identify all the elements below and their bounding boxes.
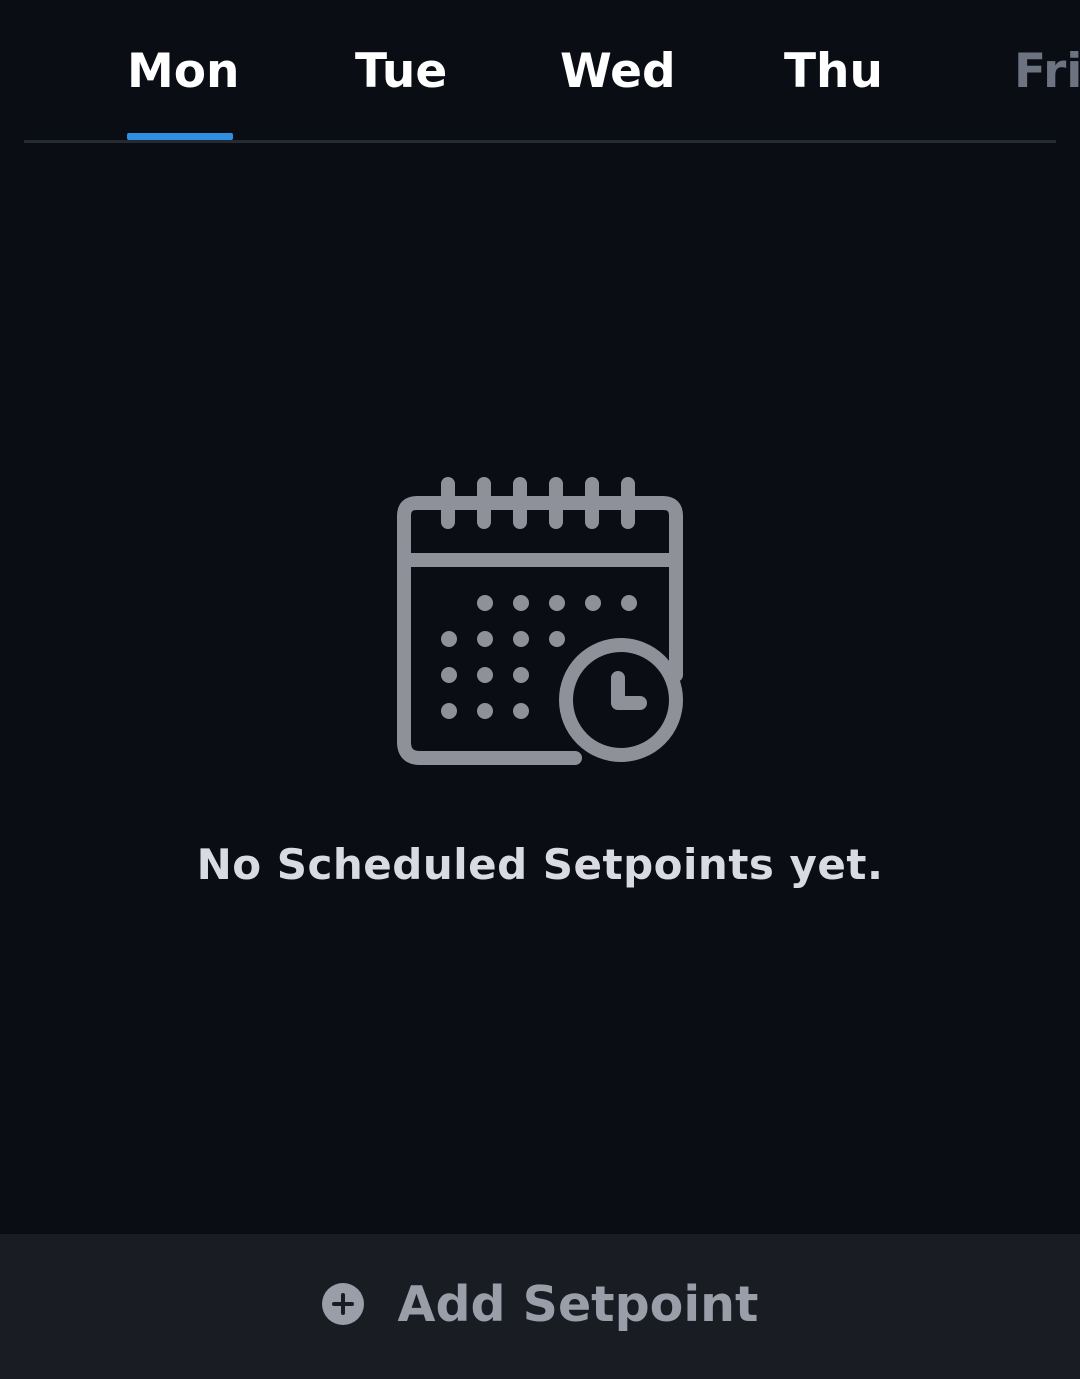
- tab-wed[interactable]: Wed: [560, 40, 676, 104]
- schedule-screen: Mon Tue Wed Thu Fri No Scheduled Setpoin…: [0, 0, 1080, 1379]
- tab-thu[interactable]: Thu: [784, 40, 883, 104]
- empty-state-message: No Scheduled Setpoints yet.: [196, 840, 884, 889]
- add-setpoint-button[interactable]: Add Setpoint: [0, 1234, 1080, 1379]
- day-tab-bar: Mon Tue Wed Thu Fri: [0, 0, 1080, 143]
- add-setpoint-label: Add Setpoint: [397, 1276, 759, 1333]
- calendar-clock-icon: [397, 477, 683, 765]
- tab-tue[interactable]: Tue: [355, 40, 447, 104]
- tab-divider: [24, 140, 1056, 143]
- tab-mon[interactable]: Mon: [127, 40, 240, 104]
- tab-fri[interactable]: Fri: [1014, 40, 1080, 104]
- active-tab-indicator: [127, 133, 233, 140]
- plus-circle-icon: [321, 1282, 364, 1325]
